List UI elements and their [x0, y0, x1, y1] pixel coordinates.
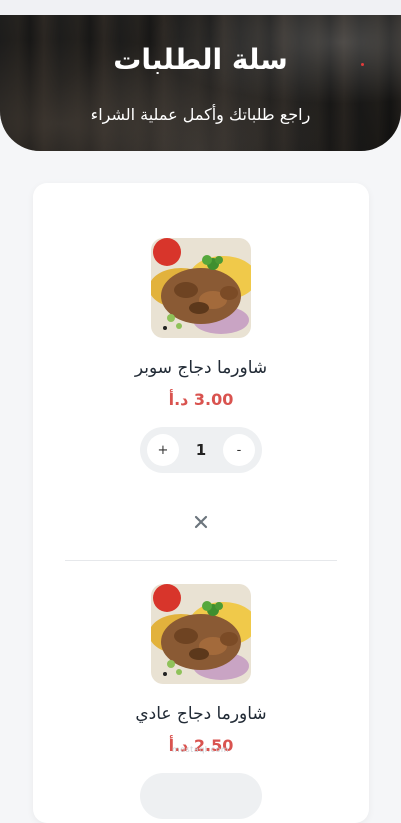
cart-item: شاورما دجاج سوبر 3.00 د.أ + 1 -	[33, 238, 369, 534]
item-name: شاورما دجاج عادي	[135, 704, 267, 724]
close-icon	[194, 515, 208, 529]
food-image-graphic	[151, 584, 251, 684]
decrease-quantity-button[interactable]: -	[223, 434, 255, 466]
remove-item-button[interactable]	[189, 510, 213, 534]
page-subtitle: راجع طلباتك وأكمل عملية الشراء	[90, 105, 311, 124]
cart-item: شاورما دجاج عادي 2.50 د.أ	[33, 584, 369, 819]
page-header-banner: سلة الطلبات راجع طلباتك وأكمل عملية الشر…	[0, 15, 401, 151]
header-background-image	[0, 15, 401, 151]
shawarma-plate-image	[151, 584, 251, 684]
shawarma-plate-image	[151, 238, 251, 338]
watermark: mostaql.com	[171, 745, 230, 754]
item-divider	[65, 560, 337, 561]
quantity-stepper	[140, 773, 262, 819]
quantity-stepper: + 1 -	[140, 427, 262, 473]
cart-card: شاورما دجاج سوبر 3.00 د.أ + 1 - شاورما د…	[33, 183, 369, 823]
increase-quantity-button[interactable]: +	[147, 434, 179, 466]
food-image-graphic	[151, 238, 251, 338]
item-name: شاورما دجاج سوبر	[134, 358, 268, 378]
quantity-value: 1	[195, 441, 207, 459]
top-strip	[0, 0, 401, 15]
page-title: سلة الطلبات	[113, 43, 288, 76]
item-price: 3.00 د.أ	[168, 390, 234, 409]
